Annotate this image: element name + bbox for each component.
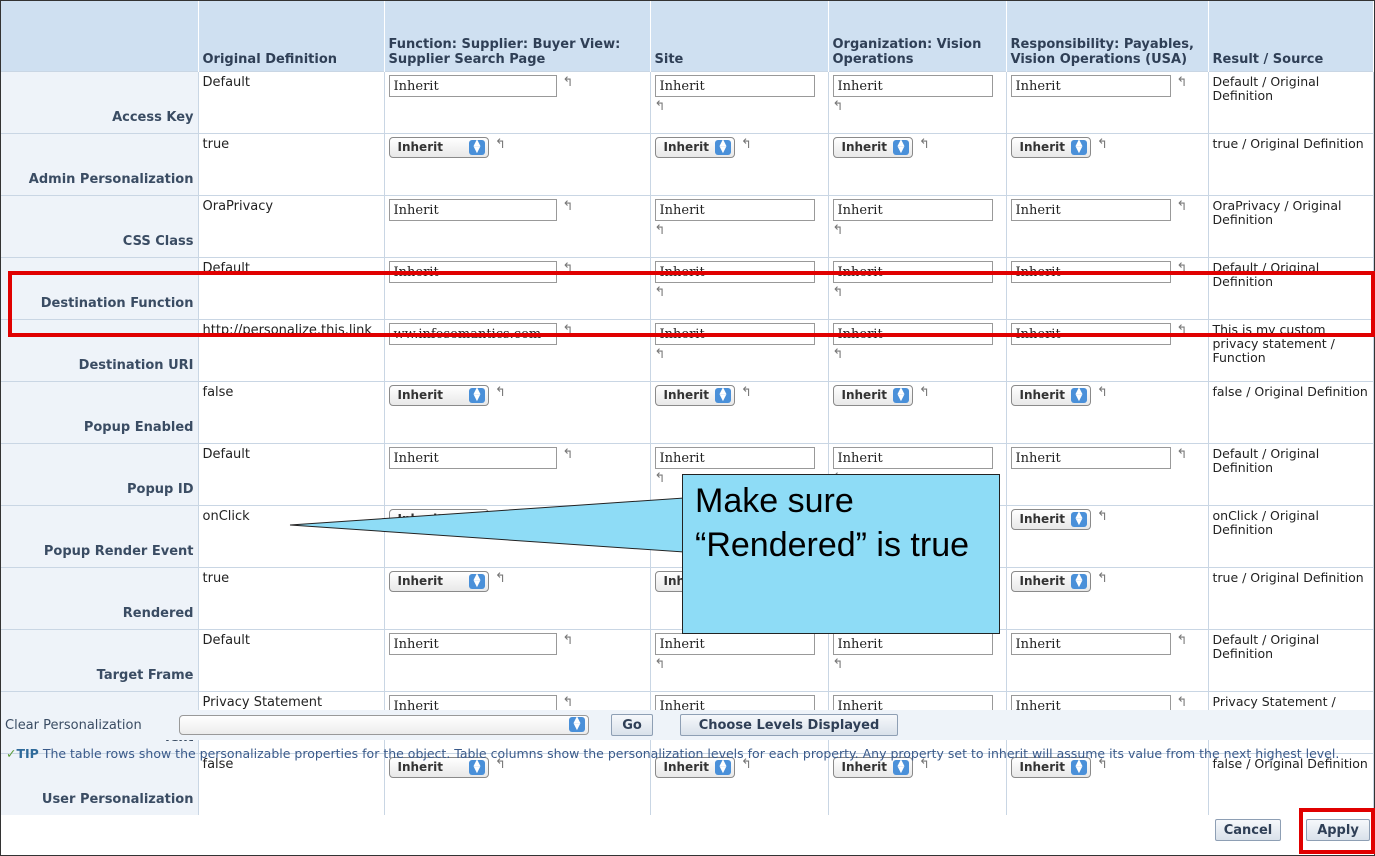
callout-note: Make sure “Rendered” is true xyxy=(682,474,1000,634)
callout-pointer xyxy=(289,497,685,553)
